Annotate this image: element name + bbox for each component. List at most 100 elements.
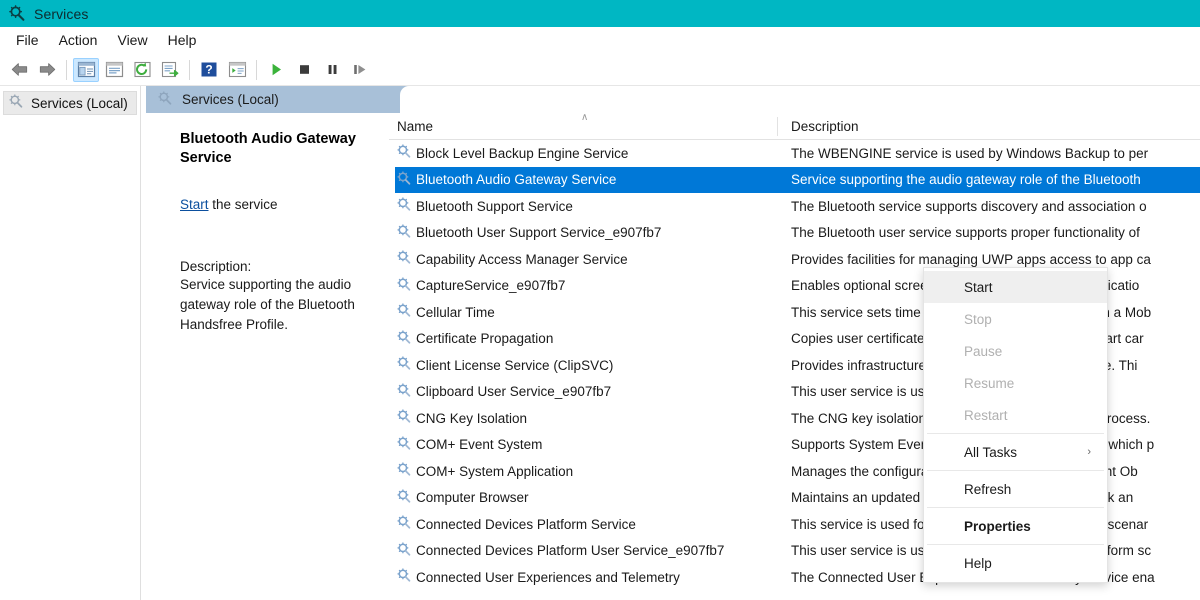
table-row[interactable]: Block Level Backup Engine Service The WBE… (389, 140, 1200, 167)
column-header-description[interactable]: Description (791, 113, 859, 140)
row-name-cell[interactable]: COM+ Event System (397, 436, 542, 454)
row-name-cell[interactable]: CNG Key Isolation (397, 409, 527, 427)
row-name-cell[interactable]: COM+ System Application (397, 462, 573, 480)
context-menu-separator (927, 470, 1104, 471)
body-split: Services (Local) Services (Local) (0, 86, 1200, 600)
services-gear-icon (9, 5, 26, 22)
row-name-cell[interactable]: Bluetooth Audio Gateway Service (397, 171, 616, 189)
service-context-menu: StartStopPauseResumeRestartAll Tasks›Ref… (923, 267, 1108, 583)
row-name-cell[interactable]: Connected Devices Platform Service (397, 515, 636, 533)
context-menu-item-help[interactable]: Help (924, 547, 1107, 579)
row-name-cell[interactable]: Computer Browser (397, 489, 529, 507)
context-menu-separator (927, 433, 1104, 434)
export-list-icon[interactable] (157, 58, 183, 82)
pane-tab-header: Services (Local) (146, 86, 1200, 113)
row-name-cell[interactable]: Cellular Time (397, 303, 495, 321)
table-row[interactable]: Bluetooth Audio Gateway ServiceService s… (389, 167, 1200, 194)
row-description-cell: The Bluetooth service supports discovery… (791, 199, 1200, 214)
row-name-cell[interactable]: Bluetooth User Support Service_e907fb7 (397, 224, 661, 242)
context-menu-separator (927, 544, 1104, 545)
menu-file[interactable]: File (6, 29, 49, 51)
service-gear-icon (397, 356, 412, 374)
stop-service-icon[interactable] (291, 58, 317, 82)
row-service-name: Computer Browser (416, 490, 529, 505)
menu-help[interactable]: Help (158, 29, 207, 51)
toolbar: ? (0, 54, 1200, 86)
list-column-headers: Name ∧ Description (389, 113, 1200, 140)
row-name-cell[interactable]: Bluetooth Support Service (397, 197, 573, 215)
row-name-cell[interactable]: Client License Service (ClipSVC) (397, 356, 613, 374)
row-service-name: Bluetooth Support Service (416, 199, 573, 214)
detail-action-line: Start the service (180, 196, 375, 215)
row-service-name: COM+ System Application (416, 464, 573, 479)
row-service-name: Connected User Experiences and Telemetry (416, 570, 680, 585)
row-service-name: CaptureService_e907fb7 (416, 278, 565, 293)
restart-service-icon[interactable] (347, 58, 373, 82)
detail-description-text: Service supporting the audio gateway rol… (180, 275, 375, 335)
title-bar: Services (0, 0, 1200, 27)
toolbar-separator (189, 60, 190, 80)
services-window: Services File Action View Help (0, 0, 1200, 600)
column-header-name[interactable]: Name (397, 113, 433, 140)
service-gear-icon (397, 250, 412, 268)
menu-action[interactable]: Action (49, 29, 108, 51)
context-menu-item-refresh[interactable]: Refresh (924, 473, 1107, 505)
properties-icon[interactable] (101, 58, 127, 82)
toolbar-separator (66, 60, 67, 80)
pane-tab-fill (400, 86, 1200, 113)
show-hide-console-tree-icon[interactable] (73, 58, 99, 82)
row-name-cell[interactable]: CaptureService_e907fb7 (397, 277, 565, 295)
show-hide-action-pane-icon[interactable] (224, 58, 250, 82)
service-gear-icon (397, 197, 412, 215)
table-row[interactable]: Bluetooth Support Service The Bluetooth s… (389, 193, 1200, 220)
table-row[interactable]: Bluetooth User Support Service_e907fb7Th… (389, 220, 1200, 247)
service-gear-icon (397, 462, 412, 480)
menu-bar: File Action View Help (0, 27, 1200, 54)
row-service-name: Block Level Backup Engine Service (416, 146, 628, 161)
service-gear-icon (397, 303, 412, 321)
row-service-name: COM+ Event System (416, 437, 542, 452)
row-name-cell[interactable]: Clipboard User Service_e907fb7 (397, 383, 611, 401)
context-menu-item-all-tasks[interactable]: All Tasks › (924, 436, 1107, 468)
forward-icon[interactable] (34, 58, 60, 82)
service-gear-icon (397, 409, 412, 427)
context-menu-item-label: Help (964, 556, 992, 571)
context-menu-item-stop: Stop (924, 303, 1107, 335)
svg-text:?: ? (205, 63, 212, 77)
detail-service-title: Bluetooth Audio Gateway Service (180, 130, 375, 169)
chevron-right-icon: › (1087, 446, 1091, 458)
pause-service-icon[interactable] (319, 58, 345, 82)
row-service-name: Client License Service (ClipSVC) (416, 358, 613, 373)
menu-view[interactable]: View (107, 29, 157, 51)
row-name-cell[interactable]: Certificate Propagation (397, 330, 553, 348)
context-menu-item-properties[interactable]: Properties (924, 510, 1107, 542)
column-divider[interactable] (777, 117, 778, 136)
tree-node-services-local[interactable]: Services (Local) (3, 91, 137, 115)
context-menu-item-restart: Restart (924, 399, 1107, 431)
start-service-link[interactable]: Start (180, 197, 209, 212)
service-gear-icon (397, 568, 412, 586)
service-gear-icon (397, 542, 412, 560)
refresh-icon[interactable] (129, 58, 155, 82)
window-title: Services (34, 6, 88, 22)
context-menu-item-label: Start (964, 280, 993, 295)
row-service-name: Cellular Time (416, 305, 495, 320)
row-name-cell[interactable]: Connected User Experiences and Telemetry (397, 568, 680, 586)
context-menu-item-pause: Pause (924, 335, 1107, 367)
row-service-name: Bluetooth User Support Service_e907fb7 (416, 225, 661, 240)
row-name-cell[interactable]: Block Level Backup Engine Service (397, 144, 628, 162)
pane-tab-services-local[interactable]: Services (Local) (146, 86, 279, 113)
row-service-name: Connected Devices Platform User Service_… (416, 543, 724, 558)
row-name-cell[interactable]: Capability Access Manager Service (397, 250, 628, 268)
back-icon[interactable] (6, 58, 32, 82)
context-menu-item-start[interactable]: Start (924, 271, 1107, 303)
row-service-name: Connected Devices Platform Service (416, 517, 636, 532)
start-service-icon[interactable] (263, 58, 289, 82)
row-service-name: Capability Access Manager Service (416, 252, 628, 267)
service-detail-panel: Bluetooth Audio Gateway Service Start th… (146, 113, 389, 600)
context-menu-separator (927, 507, 1104, 508)
context-menu-item-label: All Tasks (964, 445, 1017, 460)
row-description-cell: The WBENGINE service is used by Windows … (791, 146, 1200, 161)
help-icon[interactable]: ? (196, 58, 222, 82)
row-name-cell[interactable]: Connected Devices Platform User Service_… (397, 542, 724, 560)
